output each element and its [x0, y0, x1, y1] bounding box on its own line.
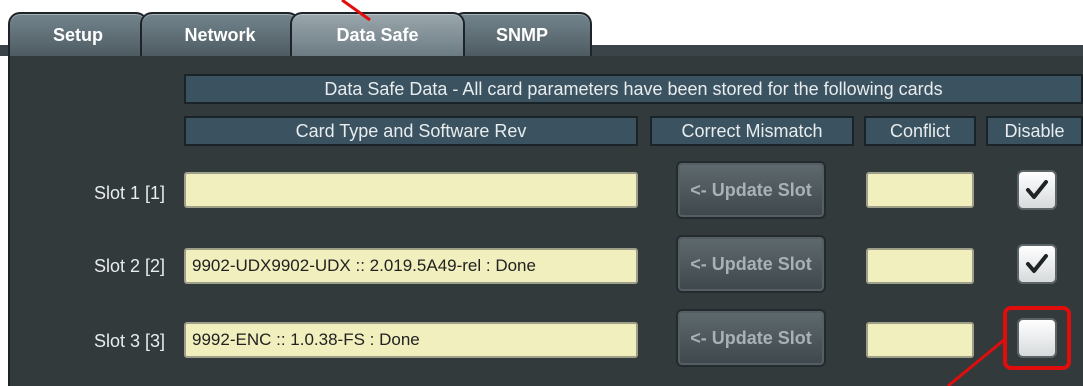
- slot-1-conflict-field: [866, 172, 974, 208]
- slot-2-update-button[interactable]: <- Update Slot: [676, 235, 826, 293]
- tab-network[interactable]: Network: [140, 12, 300, 56]
- slot-2-label: Slot 2 [2]: [93, 256, 165, 276]
- slot-3-conflict-field: [866, 322, 974, 358]
- slot-3-update-button[interactable]: <- Update Slot: [676, 309, 826, 367]
- checkmark-icon: [1026, 254, 1048, 273]
- slot-2-disable-checkbox[interactable]: [1017, 244, 1057, 284]
- slot-3-card-field: 9992-ENC :: 1.0.38-FS : Done: [184, 322, 638, 358]
- tab-setup[interactable]: Setup: [8, 12, 148, 56]
- slot-1-card-field: [184, 172, 638, 208]
- checkbox-highlight: [1003, 306, 1071, 370]
- column-header-correct-mismatch: Correct Mismatch: [650, 116, 854, 146]
- checkmark-icon: [1026, 180, 1048, 199]
- slot-2-conflict-field: [866, 248, 974, 284]
- slot-2-card-field: 9902-UDX9902-UDX :: 2.019.5A49-rel : Don…: [184, 248, 638, 284]
- slot-1-label: Slot 1 [1]: [93, 183, 165, 203]
- slot-3-label: Slot 3 [3]: [93, 331, 165, 351]
- slot-1-update-button[interactable]: <- Update Slot: [676, 161, 826, 219]
- column-header-conflict: Conflict: [864, 116, 976, 146]
- column-header-disable: Disable: [986, 116, 1083, 146]
- tab-data-safe[interactable]: Data Safe: [290, 12, 465, 56]
- banner: Data Safe Data - All card parameters hav…: [184, 74, 1083, 104]
- column-header-card-type: Card Type and Software Rev: [184, 116, 638, 146]
- tab-snmp[interactable]: SNMP: [452, 12, 592, 56]
- slot-1-disable-checkbox[interactable]: [1017, 170, 1057, 210]
- tab-bar: Setup Network SNMP Data Safe: [0, 0, 1083, 56]
